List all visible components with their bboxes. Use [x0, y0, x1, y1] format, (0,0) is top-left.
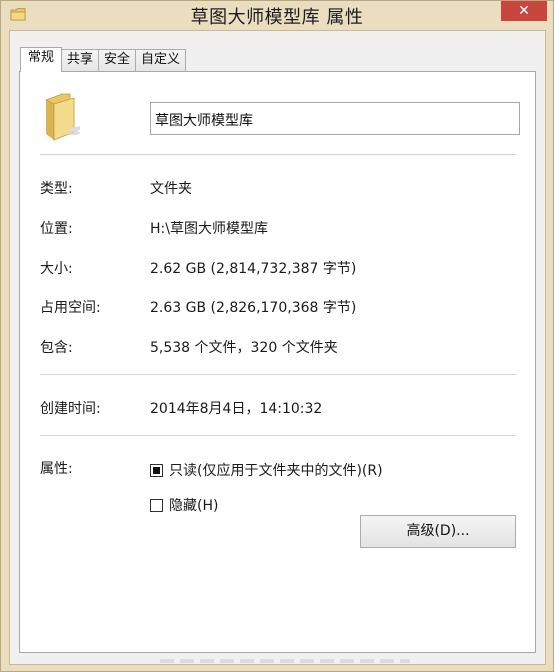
hidden-buttons-strip	[160, 659, 410, 663]
attributes-label: 属性:	[40, 461, 73, 477]
readonly-checkbox-box[interactable]	[150, 463, 163, 477]
window-title: 草图大师模型库 属性	[190, 7, 364, 28]
close-icon: ✕	[518, 3, 530, 19]
readonly-label: 只读(仅应用于文件夹中的文件)(R)	[169, 463, 383, 479]
disk-size-label: 占用空间:	[40, 300, 101, 316]
divider	[40, 154, 516, 155]
advanced-button[interactable]: 高级(D)...	[360, 515, 516, 548]
hidden-label: 隐藏(H)	[169, 498, 219, 514]
title-bar[interactable]: 草图大师模型库 属性 ✕	[1, 1, 553, 30]
divider	[40, 435, 516, 436]
dialog-client: 常规 共享 安全 自定义 类型: 文件夹 位置: H:\草图大师模型库	[9, 30, 546, 665]
hidden-checkbox[interactable]: 隐藏(H)	[150, 495, 218, 515]
tab-strip: 常规 共享 安全 自定义	[20, 47, 187, 72]
folder-icon	[45, 93, 80, 141]
size-value: 2.62 GB (2,814,732,387 字节)	[150, 261, 357, 277]
size-label: 大小:	[40, 261, 73, 277]
location-label: 位置:	[40, 221, 73, 237]
contains-value: 5,538 个文件，320 个文件夹	[150, 340, 338, 356]
close-button[interactable]: ✕	[501, 1, 547, 21]
general-panel: 类型: 文件夹 位置: H:\草图大师模型库 大小: 2.62 GB (2,81…	[19, 71, 536, 653]
tab-security[interactable]: 安全	[98, 49, 137, 71]
divider	[40, 374, 516, 375]
location-value: H:\草图大师模型库	[150, 221, 268, 237]
type-value: 文件夹	[150, 181, 192, 197]
properties-window: 草图大师模型库 属性 ✕ 常规 共享 安全 自定义 类型: 文件夹	[0, 0, 554, 672]
type-label: 类型:	[40, 181, 73, 197]
contains-label: 包含:	[40, 340, 73, 356]
tab-general[interactable]: 常规	[20, 47, 63, 72]
readonly-checkbox[interactable]: 只读(仅应用于文件夹中的文件)(R)	[150, 460, 383, 480]
created-value: 2014年8月4日，14:10:32	[150, 401, 323, 417]
tab-customize[interactable]: 自定义	[135, 49, 187, 71]
tab-sharing[interactable]: 共享	[61, 49, 100, 71]
folder-name-input[interactable]	[150, 102, 520, 135]
created-label: 创建时间:	[40, 401, 101, 417]
hidden-checkbox-box[interactable]	[150, 498, 163, 512]
disk-size-value: 2.63 GB (2,826,170,368 字节)	[150, 300, 357, 316]
